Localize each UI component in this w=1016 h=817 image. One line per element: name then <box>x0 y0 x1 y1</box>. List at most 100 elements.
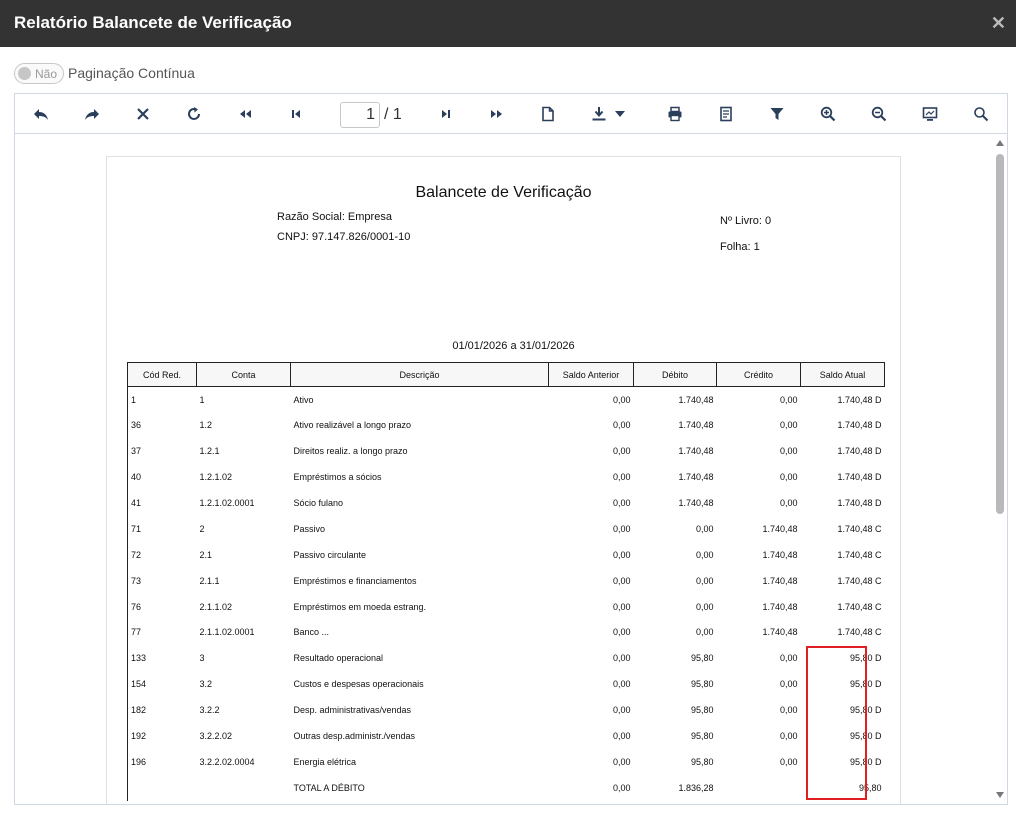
zoom-out-icon[interactable] <box>867 103 891 125</box>
table-cell: Energia elétrica <box>293 756 357 767</box>
table-cell: 0,00 <box>779 731 798 742</box>
window-title: Relatório Balancete de Verificação <box>14 13 292 32</box>
download-icon[interactable] <box>587 103 611 125</box>
continuous-pagination-toggle[interactable]: Não <box>14 62 64 84</box>
table-cell: 95,80 <box>690 705 714 716</box>
table-cell: 0,00 <box>779 446 798 457</box>
table-cell: 0,00 <box>695 627 714 638</box>
table-cell: 1.740,48 <box>678 394 714 405</box>
table-cell: 95,80 <box>690 653 714 664</box>
table-cell: 1.836,28 <box>678 782 714 793</box>
document-icon[interactable] <box>536 103 560 125</box>
table-cell: 95,80 D <box>849 653 882 664</box>
table-cell: 0,00 <box>612 575 631 586</box>
toggle-knob <box>18 66 31 80</box>
table-cell: 1.740,48 <box>762 601 798 612</box>
table-cell: 0,00 <box>612 549 631 560</box>
close-icon[interactable] <box>131 103 155 125</box>
table-cell: 1.2 <box>199 420 213 431</box>
table-row: 41 1.2.1.02.0001 Sócio fulano 0,00 1.740,48 0… <box>127 490 885 516</box>
report-period: 01/01/2026 a 31/01/2026 <box>452 340 575 352</box>
table-cell: 0,00 <box>612 731 631 742</box>
viewer-toolbar: 1 / 1 <box>15 94 1007 134</box>
table-cell: 0,00 <box>612 472 631 483</box>
pagination-toggle-row: Não Paginação Contínua <box>14 62 195 84</box>
previous-page-icon[interactable] <box>284 103 308 125</box>
table-row: 1 1 Ativo 0,00 1.740,48 0,00 1.740,48 D <box>127 386 885 413</box>
table-cell: 1.740,48 D <box>837 394 882 405</box>
table-cell: Banco ... <box>293 627 330 638</box>
refresh-icon[interactable] <box>182 103 206 125</box>
table-cell: 0,00 <box>612 601 631 612</box>
table-cell: 72 <box>127 541 197 568</box>
table-cell: 0,00 <box>779 420 798 431</box>
search-icon[interactable] <box>969 103 993 125</box>
redo-icon[interactable] <box>80 103 104 125</box>
table-cell: 0,00 <box>779 653 798 664</box>
table-cell <box>717 775 801 801</box>
chevron-down-icon[interactable] <box>612 103 628 125</box>
trial-balance-table: Cód Red. Conta Descrição Saldo Anterior … <box>127 362 885 801</box>
scrollbar-thumb[interactable] <box>996 154 1004 514</box>
table-cell: 0,00 <box>612 523 631 534</box>
table-cell: 1.740,48 <box>762 575 798 586</box>
last-page-icon[interactable] <box>485 103 509 125</box>
column-header: Saldo Anterior <box>548 362 634 387</box>
page-number-input[interactable]: 1 <box>340 102 380 128</box>
undo-icon[interactable] <box>29 103 53 125</box>
table-cell: 76 <box>127 593 197 620</box>
table-cell: 73 <box>127 567 197 594</box>
table-row: 133 3 Resultado operacional 0,00 95,80 0,00 95… <box>127 645 885 672</box>
print-icon[interactable] <box>663 103 687 125</box>
table-cell: Passivo <box>293 523 326 534</box>
column-header: Débito <box>633 362 717 387</box>
column-header: Cód Red. <box>127 362 197 387</box>
table-row: 37 1.2.1 Direitos realiz. a longo prazo 0,0… <box>127 438 885 465</box>
table-cell: 95,80 D <box>849 731 882 742</box>
column-header: Crédito <box>716 362 801 387</box>
column-header: Saldo Atual <box>800 362 885 387</box>
fullscreen-icon[interactable] <box>918 103 942 125</box>
table-cell: 95,80 <box>690 731 714 742</box>
table-cell: 0,00 <box>612 420 631 431</box>
window-titlebar: Relatório Balancete de Verificação ✕ <box>0 0 1016 47</box>
table-cell: 192 <box>127 723 197 749</box>
table-cell: 0,00 <box>612 679 631 690</box>
table-cell: Empréstimos e financiamentos <box>293 575 417 586</box>
table-cell: 2.1.1 <box>199 575 220 586</box>
table-cell: 1.740,48 <box>762 549 798 560</box>
page-navigator: 1 / 1 <box>340 102 402 128</box>
book-number: Nº Livro: 0 <box>720 215 772 227</box>
next-page-icon[interactable] <box>434 103 458 125</box>
table-cell: 1.740,48 C <box>837 575 882 586</box>
vertical-scrollbar[interactable] <box>993 134 1007 804</box>
table-cell: 0,00 <box>612 446 631 457</box>
table-cell: 1.2.1.02.0001 <box>199 498 255 508</box>
table-cell: 182 <box>127 697 197 724</box>
table-cell: 2.1.1.02.0001 <box>199 627 255 638</box>
column-header: Descrição <box>290 362 549 387</box>
table-cell: 2.1 <box>199 549 213 560</box>
table-cell: 1.740,48 D <box>837 472 882 483</box>
filter-icon[interactable] <box>765 103 789 125</box>
table-cell: 1.2.1.02 <box>199 472 233 483</box>
scroll-down-icon[interactable] <box>996 792 1004 798</box>
table-row: 196 3.2.2.02.0004 Energia elétrica 0,00 95,8… <box>127 748 885 775</box>
close-icon[interactable]: ✕ <box>991 13 1006 34</box>
print-layout-icon[interactable] <box>714 103 738 125</box>
table-cell: 1.740,48 C <box>837 549 882 560</box>
sheet-number: Folha: 1 <box>720 241 760 253</box>
first-page-icon[interactable] <box>233 103 257 125</box>
table-cell: 0,00 <box>612 627 631 638</box>
zoom-in-icon[interactable] <box>816 103 840 125</box>
company-name: Razão Social: Empresa <box>277 211 392 223</box>
table-cell: 3.2.2.02 <box>199 731 233 742</box>
scroll-up-icon[interactable] <box>996 140 1004 146</box>
table-cell: 3.2.2 <box>199 705 220 716</box>
table-cell: 95,80 D <box>849 705 882 716</box>
table-cell: 41 <box>127 490 197 516</box>
table-cell: 0,00 <box>612 394 631 405</box>
table-cell: 1 <box>127 386 197 413</box>
table-cell: 3.2 <box>199 679 213 690</box>
table-cell: 0,00 <box>612 756 631 767</box>
